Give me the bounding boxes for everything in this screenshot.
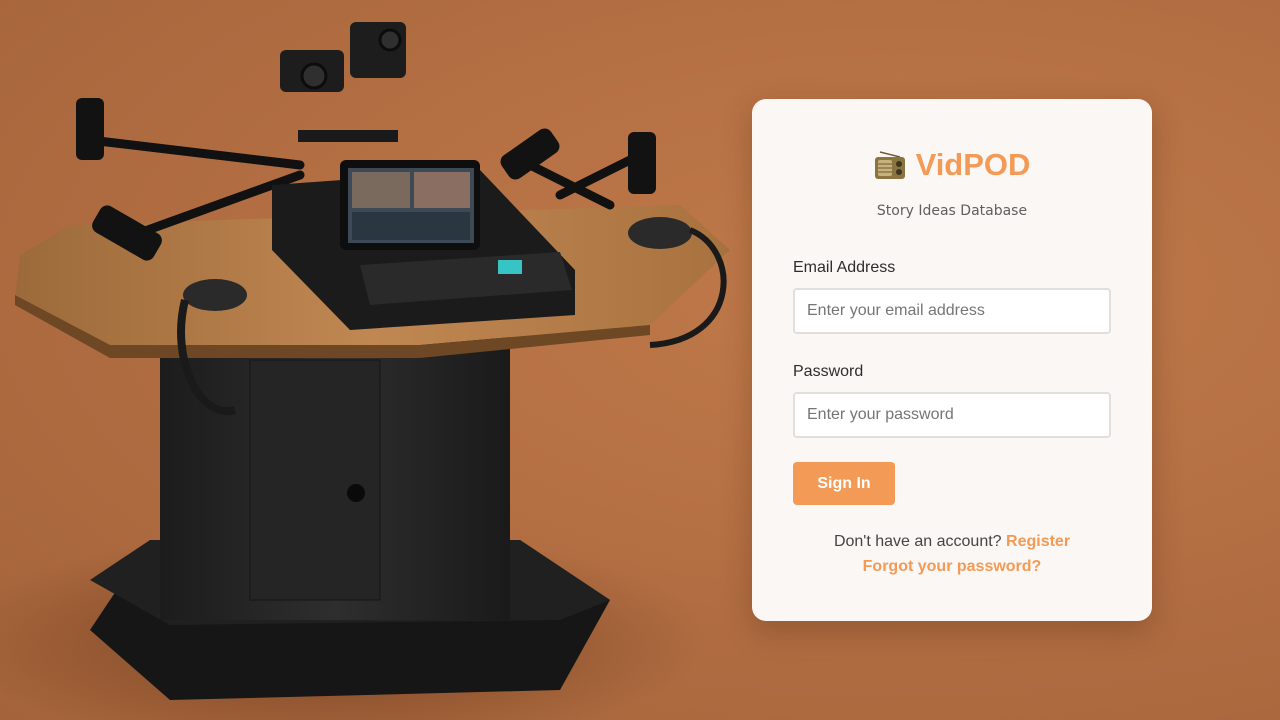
email-label: Email Address	[793, 259, 896, 276]
sign-in-button[interactable]: Sign In	[793, 462, 895, 505]
email-field[interactable]	[793, 288, 1111, 334]
podcast-desk-image	[0, 22, 730, 720]
radio-icon	[874, 151, 905, 179]
app-name: VidPOD	[915, 147, 1031, 182]
app-subtitle: Story Ideas Database	[876, 203, 1028, 219]
brand-header: VidPOD	[752, 147, 1152, 185]
password-label: Password	[793, 363, 864, 380]
password-field[interactable]	[793, 392, 1111, 438]
login-card: VidPOD Story Ideas Database Email Addres…	[752, 99, 1152, 621]
forgot-password-link[interactable]: Forgot your password?	[863, 558, 1042, 575]
no-account-text: Don't have an account?	[833, 533, 1002, 550]
register-link[interactable]: Register	[1006, 533, 1070, 550]
register-prompt: Don't have an account? Register	[752, 533, 1152, 551]
forgot-row: Forgot your password?	[752, 558, 1152, 576]
brand-title: VidPOD	[874, 147, 1031, 183]
